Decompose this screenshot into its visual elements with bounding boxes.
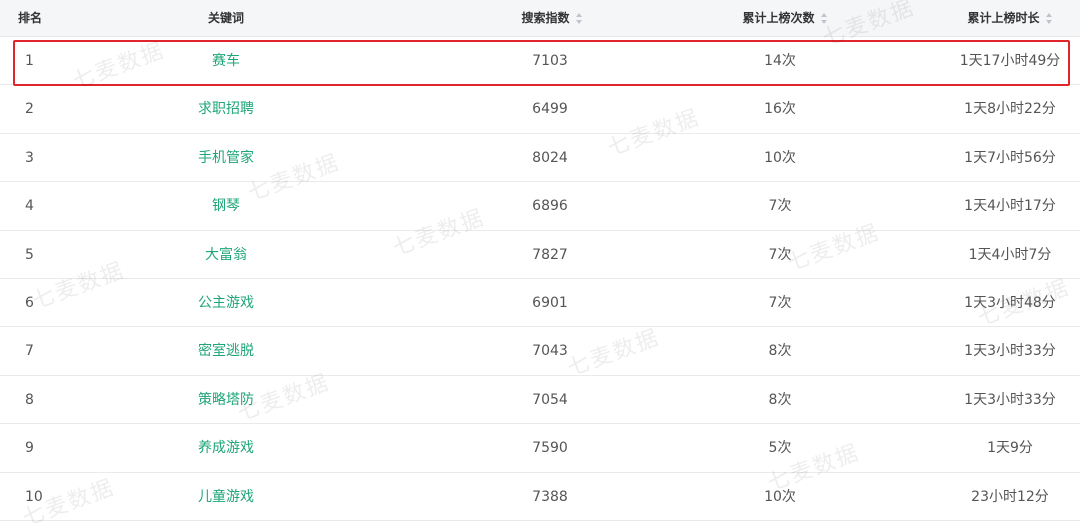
- duration-cell: 1天3小时33分: [964, 343, 1056, 360]
- search-index-cell: 7054: [532, 391, 568, 408]
- table-row: 7 密室逃脱 7043 8次 1天3小时33分: [0, 327, 1080, 376]
- count-cell: 8次: [768, 343, 792, 360]
- count-cell: 8次: [768, 391, 792, 408]
- keyword-link[interactable]: 大富翁: [170, 231, 282, 279]
- count-cell: 7次: [768, 246, 792, 263]
- count-cell: 14次: [764, 53, 796, 69]
- count-cell: 16次: [764, 101, 796, 118]
- table-row: 3 手机管家 8024 10次 1天7小时56分: [0, 134, 1080, 183]
- duration-cell: 23小时12分: [971, 488, 1049, 505]
- keyword-link[interactable]: 密室逃脱: [170, 327, 282, 375]
- sort-icon[interactable]: [575, 13, 583, 24]
- table-row: 10 儿童游戏 7388 10次 23小时12分: [0, 473, 1080, 521]
- ranking-table: 排名 关键词 搜索指数 累计上榜次数 累计上榜时长 1 赛车 7103 14次 …: [0, 0, 1080, 523]
- keyword-link[interactable]: 养成游戏: [170, 424, 282, 472]
- search-index-cell: 7590: [532, 440, 568, 457]
- sort-icon[interactable]: [1045, 13, 1053, 24]
- table-row: 2 求职招聘 6499 16次 1天8小时22分: [0, 85, 1080, 134]
- table-body: 1 赛车 7103 14次 1天17小时49分 2 求职招聘 6499 16次 …: [0, 37, 1080, 521]
- header-rank: 排名: [18, 11, 43, 25]
- search-index-cell: 7043: [532, 343, 568, 360]
- count-cell: 10次: [764, 149, 796, 166]
- duration-cell: 1天17小时49分: [959, 53, 1061, 69]
- search-index-cell: 7103: [532, 53, 568, 69]
- duration-cell: 1天8小时22分: [964, 101, 1056, 118]
- keyword-link[interactable]: 赛车: [170, 37, 282, 85]
- count-cell: 7次: [768, 198, 792, 215]
- rank-cell: 4: [25, 198, 34, 215]
- keyword-link[interactable]: 儿童游戏: [170, 473, 282, 521]
- duration-cell: 1天3小时33分: [964, 391, 1056, 408]
- search-index-cell: 6499: [532, 101, 568, 118]
- sort-icon[interactable]: [820, 13, 828, 24]
- duration-cell: 1天9分: [987, 440, 1033, 457]
- keyword-link[interactable]: 手机管家: [170, 134, 282, 182]
- keyword-link[interactable]: 策略塔防: [170, 376, 282, 424]
- rank-cell: 7: [25, 343, 34, 360]
- rank-cell: 10: [25, 488, 43, 505]
- keyword-link[interactable]: 公主游戏: [170, 279, 282, 327]
- table-row: 5 大富翁 7827 7次 1天4小时7分: [0, 231, 1080, 279]
- search-index-cell: 6901: [532, 294, 568, 311]
- rank-cell: 6: [25, 294, 34, 311]
- rank-cell: 5: [25, 246, 34, 263]
- duration-cell: 1天7小时56分: [964, 149, 1056, 166]
- rank-cell: 9: [25, 440, 34, 457]
- count-cell: 7次: [768, 294, 792, 311]
- search-index-cell: 7827: [532, 246, 568, 263]
- header-duration[interactable]: 累计上榜时长: [955, 0, 1065, 37]
- header-keyword: 关键词: [207, 11, 244, 25]
- rank-cell: 8: [25, 391, 34, 408]
- duration-cell: 1天4小时7分: [968, 246, 1052, 263]
- duration-cell: 1天4小时17分: [964, 198, 1056, 215]
- rank-cell: 2: [25, 101, 34, 118]
- count-cell: 5次: [768, 440, 792, 457]
- table-row: 9 养成游戏 7590 5次 1天9分: [0, 424, 1080, 473]
- table-header: 排名 关键词 搜索指数 累计上榜次数 累计上榜时长: [0, 0, 1080, 37]
- table-row: 6 公主游戏 6901 7次 1天3小时48分: [0, 279, 1080, 328]
- header-count[interactable]: 累计上榜次数: [720, 0, 850, 37]
- keyword-link[interactable]: 钢琴: [170, 182, 282, 230]
- table-row: 4 钢琴 6896 7次 1天4小时17分: [0, 182, 1080, 231]
- count-cell: 10次: [764, 488, 796, 505]
- table-row: 8 策略塔防 7054 8次 1天3小时33分: [0, 376, 1080, 425]
- table-row: 1 赛车 7103 14次 1天17小时49分: [0, 37, 1080, 86]
- duration-cell: 1天3小时48分: [964, 294, 1056, 311]
- header-search-index[interactable]: 搜索指数: [492, 0, 612, 37]
- search-index-cell: 7388: [532, 488, 568, 505]
- search-index-cell: 6896: [532, 198, 568, 215]
- keyword-link[interactable]: 求职招聘: [170, 85, 282, 133]
- search-index-cell: 8024: [532, 149, 568, 166]
- rank-cell: 3: [25, 149, 34, 166]
- rank-cell: 1: [25, 53, 34, 69]
